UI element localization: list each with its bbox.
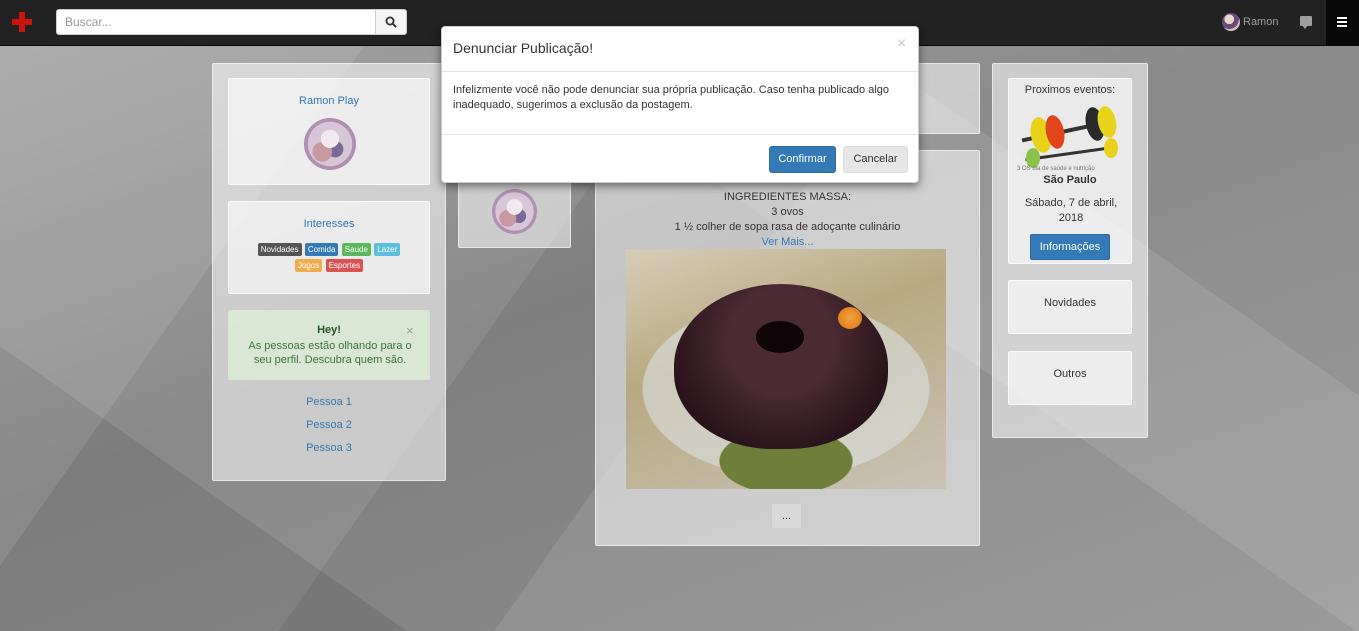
cancel-button[interactable]: Cancelar [843, 146, 908, 173]
modal-title: Denunciar Publicação! [453, 40, 594, 56]
modal-header: Denunciar Publicação! × [442, 27, 918, 72]
modal-body-text: Infelizmente você não pode denunciar sua… [453, 84, 890, 111]
modal-footer: Confirmar Cancelar [442, 134, 918, 184]
modal-close-button[interactable]: × [897, 36, 906, 52]
confirm-button[interactable]: Confirmar [769, 146, 836, 173]
report-post-modal: Denunciar Publicação! × Infelizmente voc… [441, 26, 919, 183]
